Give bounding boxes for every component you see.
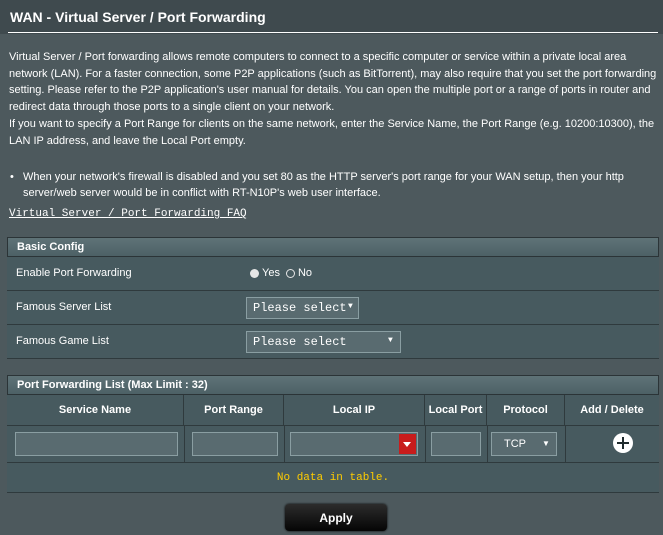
column-protocol: Protocol — [487, 395, 565, 425]
famous-server-list-value: Please select — [253, 301, 347, 315]
protocol-value: TCP — [504, 438, 526, 450]
famous-server-list-select[interactable]: Please select ▼ — [246, 297, 359, 319]
enable-port-forwarding-row: Enable Port Forwarding Yes No — [7, 257, 659, 291]
description: Virtual Server / Port forwarding allows … — [9, 49, 661, 149]
table-header: Service Name Port Range Local IP Local P… — [7, 395, 659, 426]
divider — [8, 32, 658, 33]
radio-no-label[interactable]: No — [298, 267, 312, 279]
chevron-down-icon: ▼ — [542, 439, 550, 448]
apply-button[interactable]: Apply — [285, 504, 387, 531]
radio-no[interactable] — [285, 268, 295, 278]
divider — [284, 426, 285, 462]
radio-yes[interactable] — [250, 268, 259, 278]
notes-list: When your network's firewall is disabled… — [9, 169, 657, 201]
famous-game-list-select[interactable]: Please select ▼ — [246, 331, 401, 353]
local-port-input[interactable] — [431, 432, 481, 456]
new-rule-row: TCP ▼ — [7, 426, 659, 463]
famous-game-list-label: Famous Game List — [16, 335, 109, 347]
plus-circle-icon[interactable] — [613, 433, 633, 453]
chevron-down-icon: ▼ — [388, 336, 393, 345]
enable-port-forwarding-label: Enable Port Forwarding — [16, 267, 132, 279]
page-title: WAN - Virtual Server / Port Forwarding — [10, 9, 266, 25]
local-ip-input[interactable] — [290, 432, 418, 456]
famous-server-list-label: Famous Server List — [16, 301, 112, 313]
column-local-port: Local Port — [425, 395, 487, 425]
triangle-down-icon — [403, 442, 411, 447]
divider — [184, 426, 185, 462]
column-local-ip: Local IP — [284, 395, 425, 425]
divider — [425, 426, 426, 462]
description-paragraph-2: If you want to specify a Port Range for … — [9, 117, 655, 147]
radio-yes-label[interactable]: Yes — [262, 267, 280, 279]
port-range-input[interactable] — [192, 432, 278, 456]
faq-link[interactable]: Virtual Server / Port Forwarding FAQ — [9, 208, 247, 220]
firewall-note: When your network's firewall is disabled… — [9, 169, 657, 201]
famous-server-list-row: Famous Server List Please select ▼ — [7, 291, 659, 325]
description-paragraph-1: Virtual Server / Port forwarding allows … — [9, 51, 657, 114]
divider — [487, 426, 488, 462]
column-port-range: Port Range — [184, 395, 284, 425]
service-name-input[interactable] — [15, 432, 178, 456]
local-ip-dropdown-button[interactable] — [399, 434, 416, 454]
chevron-down-icon: ▼ — [348, 302, 353, 311]
basic-config-header: Basic Config — [7, 237, 659, 257]
enable-port-forwarding-radio-group: Yes No — [250, 267, 318, 279]
protocol-select[interactable]: TCP ▼ — [491, 432, 557, 456]
divider — [565, 426, 566, 462]
column-service-name: Service Name — [7, 395, 184, 425]
port-forwarding-list-title: Port Forwarding List (Max Limit : 32) — [17, 379, 208, 391]
famous-game-list-row: Famous Game List Please select ▼ — [7, 325, 659, 359]
empty-table-message: No data in table. — [276, 472, 390, 484]
column-add-delete: Add / Delete — [580, 404, 644, 416]
port-forwarding-list-header: Port Forwarding List (Max Limit : 32) — [7, 375, 659, 395]
empty-table-row: No data in table. — [7, 463, 659, 493]
famous-game-list-value: Please select — [253, 335, 347, 349]
basic-config-title: Basic Config — [17, 241, 85, 253]
page-header: WAN - Virtual Server / Port Forwarding — [0, 0, 663, 34]
